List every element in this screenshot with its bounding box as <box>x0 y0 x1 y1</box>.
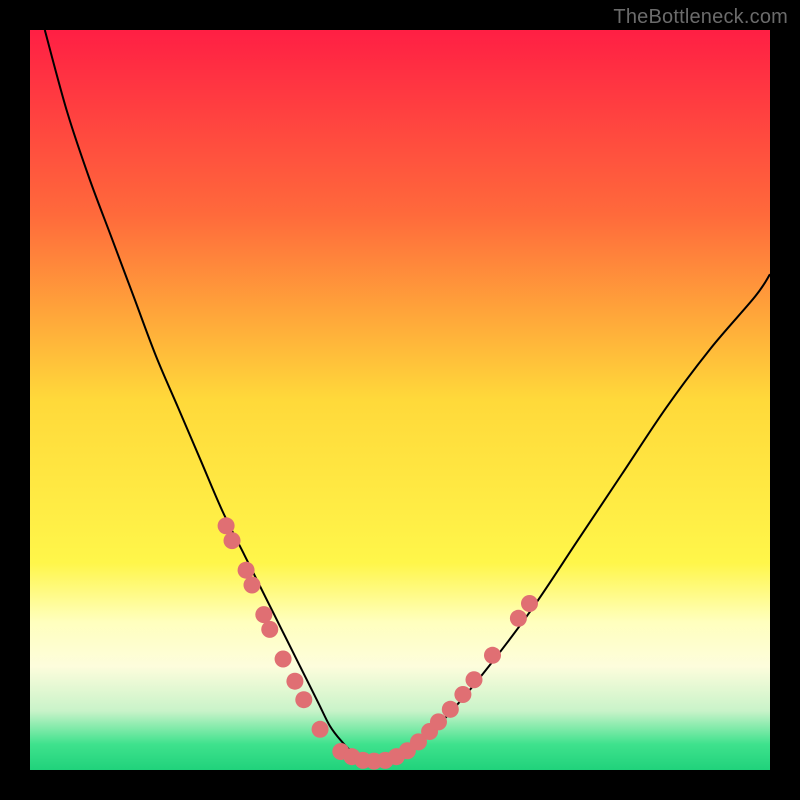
data-marker <box>484 647 501 664</box>
data-marker <box>275 650 292 667</box>
plot-area <box>30 30 770 770</box>
data-marker <box>261 621 278 638</box>
markers-group <box>218 517 538 769</box>
data-marker <box>224 532 241 549</box>
data-marker <box>286 673 303 690</box>
data-marker <box>255 606 272 623</box>
data-marker <box>243 576 260 593</box>
data-marker <box>295 691 312 708</box>
watermark-text: TheBottleneck.com <box>613 6 788 29</box>
chart-frame: TheBottleneck.com <box>0 0 800 800</box>
data-marker <box>238 562 255 579</box>
data-marker <box>430 713 447 730</box>
data-marker <box>521 595 538 612</box>
data-marker <box>465 671 482 688</box>
chart-svg <box>30 30 770 770</box>
data-marker <box>218 517 235 534</box>
data-marker <box>312 721 329 738</box>
bottleneck-curve <box>45 30 770 762</box>
data-marker <box>510 610 527 627</box>
data-marker <box>442 701 459 718</box>
data-marker <box>454 686 471 703</box>
